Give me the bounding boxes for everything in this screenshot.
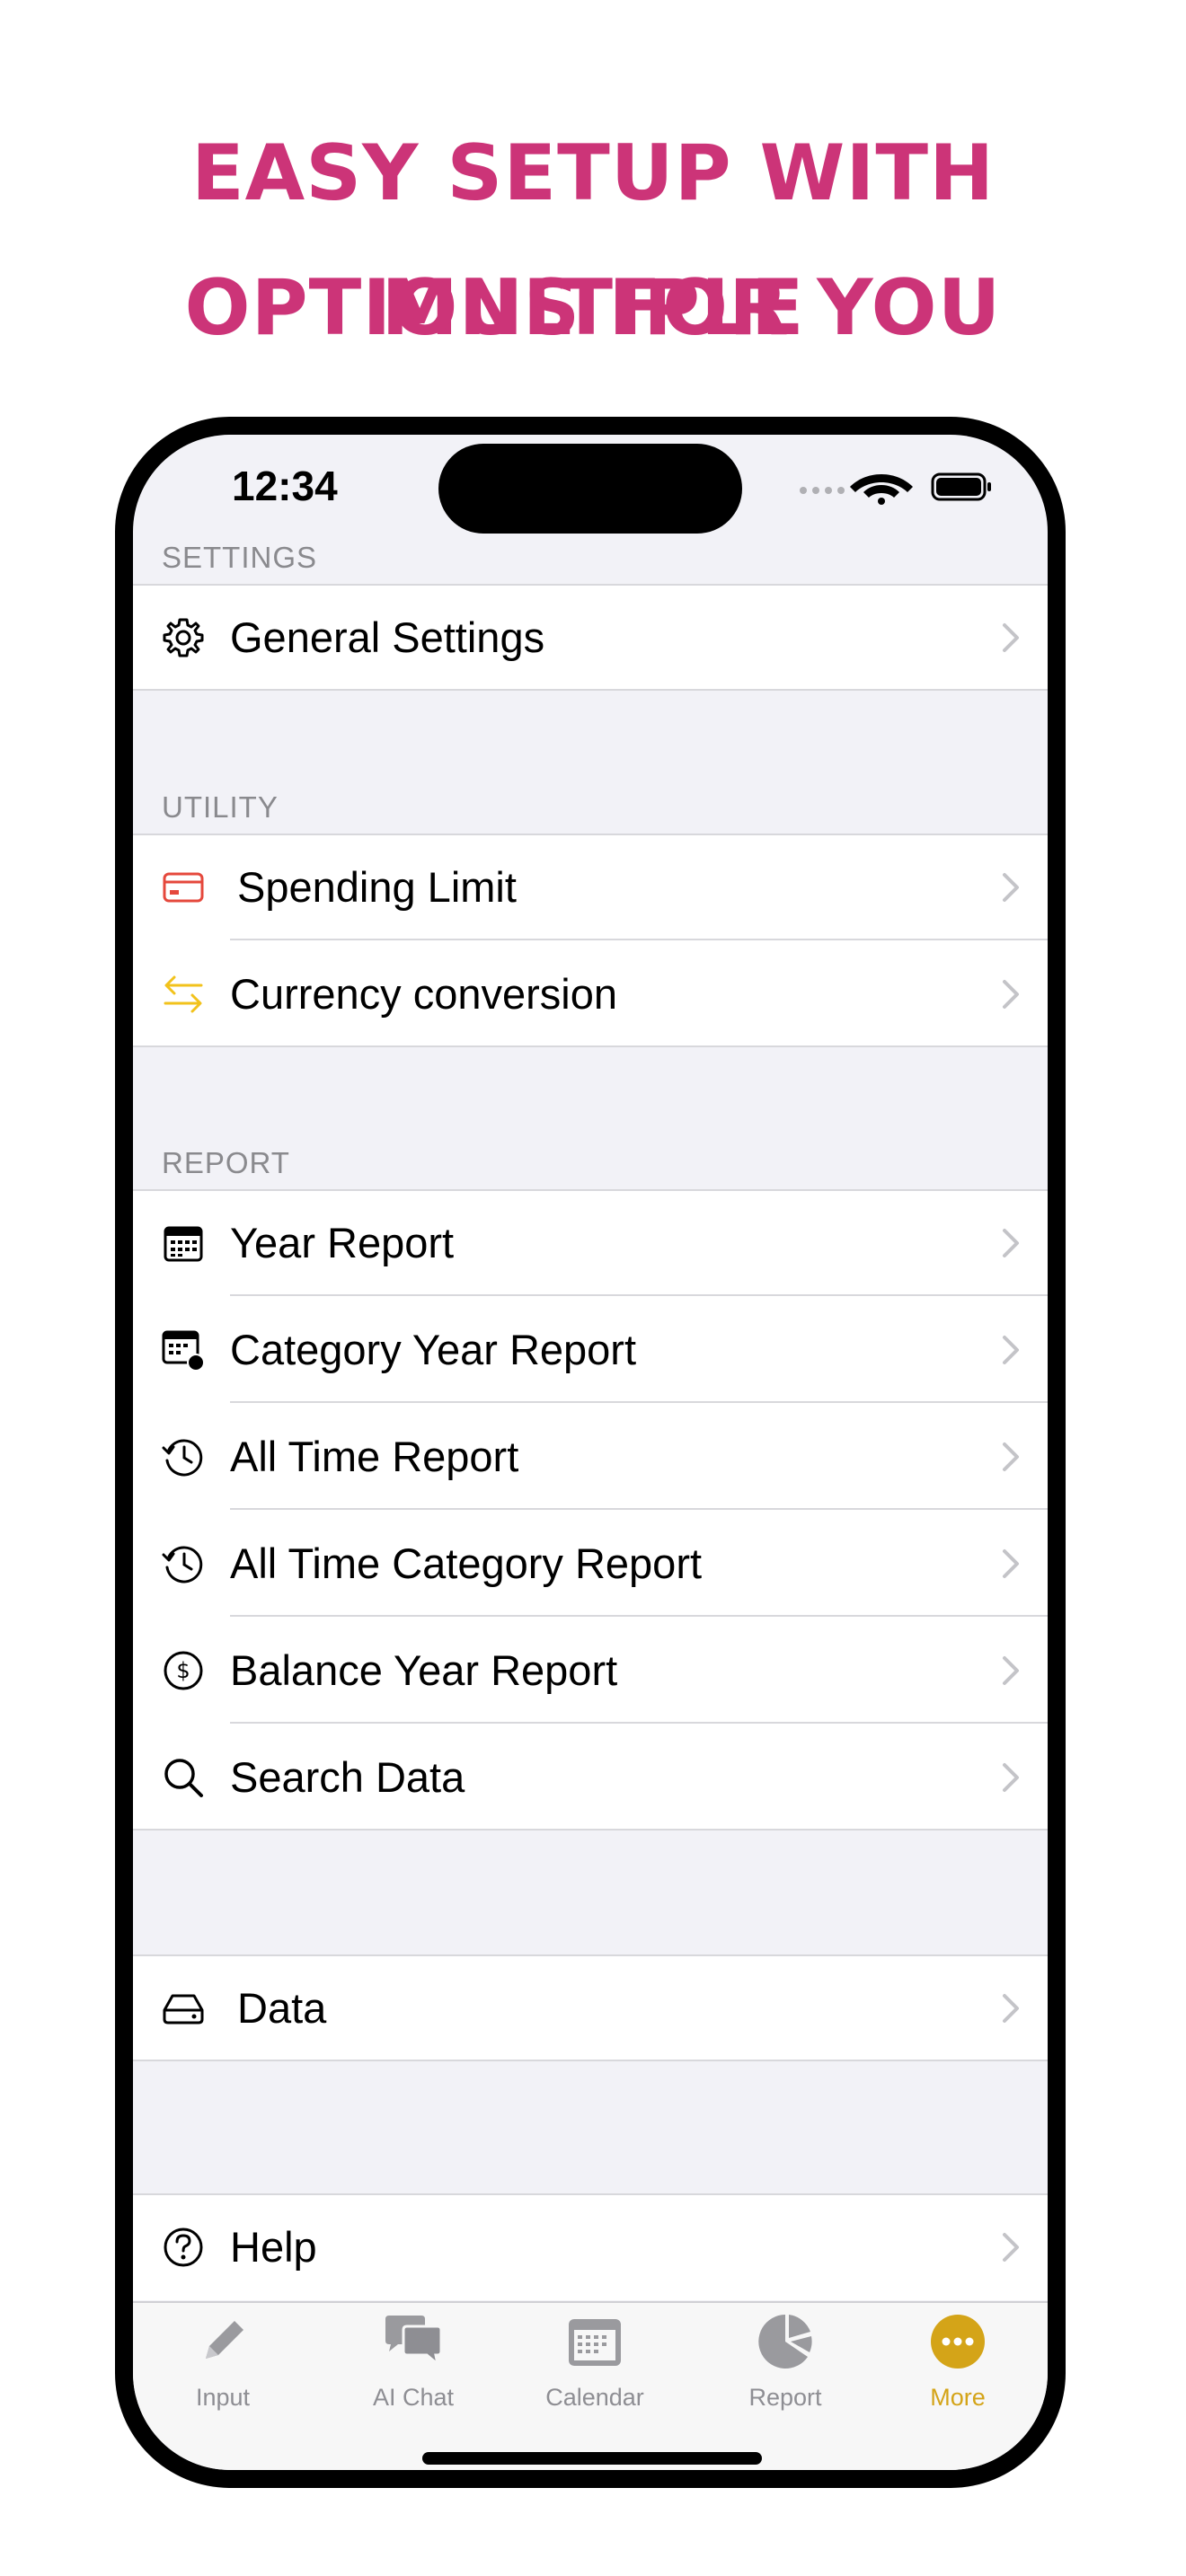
- tab-input[interactable]: Input: [133, 2312, 313, 2412]
- row-help[interactable]: Help: [133, 2193, 1048, 2300]
- chevron-right-icon: [1003, 1656, 1019, 1685]
- arrows-exchange-icon: [164, 975, 203, 1013]
- chat-bubbles-icon: [385, 2316, 443, 2368]
- row-label: General Settings: [230, 613, 545, 661]
- row-search-data[interactable]: Search Data: [133, 1724, 1048, 1831]
- chevron-right-icon: [1003, 1442, 1019, 1471]
- history-clock-icon: [162, 1439, 203, 1477]
- cellular-signal-icon: [800, 487, 845, 494]
- row-all-time-report[interactable]: All Time Report: [133, 1403, 1048, 1510]
- row-label: Help: [230, 2223, 317, 2271]
- tab-more[interactable]: More: [868, 2312, 1048, 2412]
- question-circle-icon: [164, 2228, 203, 2267]
- more-icon: [931, 2315, 985, 2369]
- row-category-year-report[interactable]: Category Year Report: [133, 1296, 1048, 1403]
- credit-card-icon: [163, 872, 204, 903]
- calendar-badge-icon: [162, 1330, 205, 1372]
- row-data[interactable]: Data: [133, 1954, 1048, 2061]
- tab-ai-chat[interactable]: AI Chat: [323, 2312, 503, 2412]
- row-label: All Time Category Report: [230, 1539, 703, 1587]
- chevron-right-icon: [1003, 980, 1019, 1009]
- gear-icon: [163, 618, 204, 657]
- section-header-report: REPORT: [162, 1146, 290, 1179]
- section-header-utility: UTILITY: [162, 790, 279, 824]
- dollar-circle-icon: $: [164, 1651, 203, 1690]
- chevron-right-icon: [1003, 2233, 1019, 2262]
- calendar-icon: [164, 1226, 203, 1262]
- phone-frame: 12:34 SETTINGS General Settings UTILITY …: [115, 417, 1066, 2488]
- row-balance-year-report[interactable]: $ Balance Year Report: [133, 1617, 1048, 1724]
- calendar-icon: [569, 2319, 621, 2366]
- row-label: Year Report: [230, 1219, 455, 1266]
- chevron-right-icon: [1003, 1549, 1019, 1578]
- home-indicator: [422, 2452, 762, 2465]
- app-screen: 12:34 SETTINGS General Settings UTILITY …: [133, 435, 1048, 2470]
- history-clock-icon: [162, 1546, 203, 1584]
- status-icons: [800, 472, 991, 505]
- dynamic-island: [438, 444, 742, 534]
- chevron-right-icon: [1003, 1763, 1019, 1792]
- row-label: Balance Year Report: [230, 1646, 618, 1694]
- row-year-report[interactable]: Year Report: [133, 1189, 1048, 1296]
- wifi-icon: [850, 474, 913, 505]
- row-spending-limit[interactable]: Spending Limit: [133, 834, 1048, 940]
- tab-bar: Input AI Chat Calendar Report More: [133, 2301, 1048, 2470]
- row-label: Data: [237, 1984, 327, 2032]
- search-icon: [164, 1759, 203, 1797]
- chevron-right-icon: [1003, 623, 1019, 652]
- row-label: Search Data: [230, 1753, 465, 1801]
- promo-headline-line2: OPTIONS FOR YOU: [184, 263, 1002, 353]
- section-header-settings: SETTINGS: [162, 541, 318, 574]
- pencil-icon: [206, 2321, 243, 2359]
- chevron-right-icon: [1003, 873, 1019, 902]
- tab-calendar[interactable]: Calendar: [505, 2312, 685, 2412]
- svg-text:$: $: [176, 1658, 190, 1683]
- help-group: Help: [133, 2193, 1048, 2300]
- data-group: Data: [133, 1954, 1048, 2061]
- row-label: Currency conversion: [230, 970, 618, 1018]
- row-label: Category Year Report: [230, 1326, 637, 1373]
- row-label: All Time Report: [230, 1433, 519, 1480]
- utility-group: Spending Limit Currency conversion: [133, 834, 1048, 1047]
- row-general-settings[interactable]: General Settings: [133, 584, 1048, 691]
- row-label: Spending Limit: [237, 863, 517, 911]
- chevron-right-icon: [1003, 1336, 1019, 1364]
- chevron-right-icon: [1003, 1229, 1019, 1257]
- row-currency-conversion[interactable]: Currency conversion: [133, 940, 1048, 1047]
- pie-chart-icon: [758, 2315, 812, 2369]
- drive-icon: [163, 1994, 204, 2025]
- report-group: Year Report Category Year Report All Tim…: [133, 1189, 1048, 1831]
- battery-icon: [931, 472, 991, 501]
- row-all-time-category-report[interactable]: All Time Category Report: [133, 1510, 1048, 1617]
- tab-report[interactable]: Report: [695, 2312, 875, 2412]
- status-time: 12:34: [232, 463, 338, 509]
- settings-group: General Settings: [133, 584, 1048, 691]
- chevron-right-icon: [1003, 1994, 1019, 2023]
